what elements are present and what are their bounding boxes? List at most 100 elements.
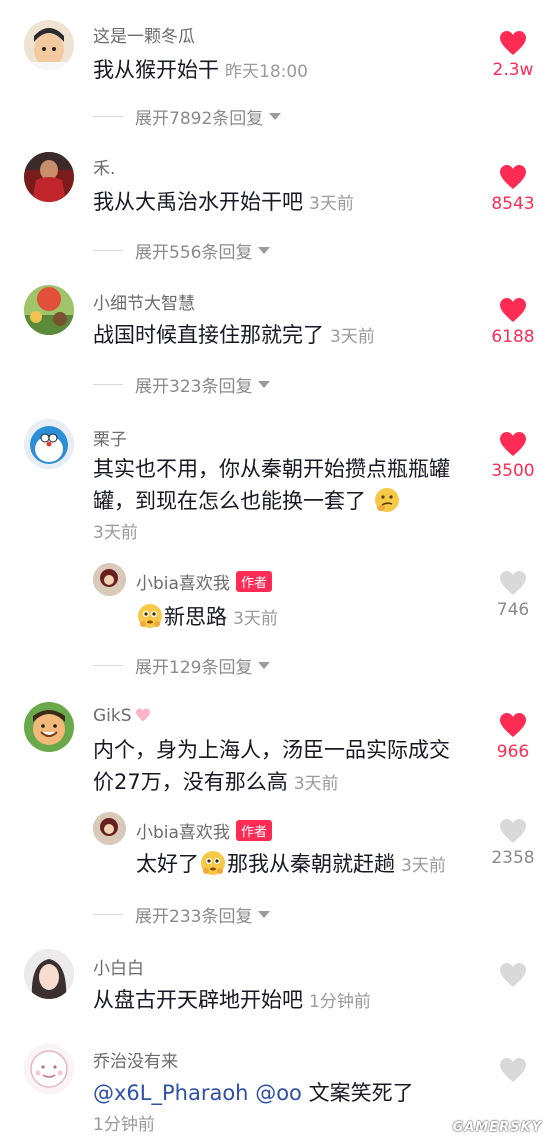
username[interactable]: 栗子 <box>93 425 127 450</box>
avatar-boy-icon[interactable] <box>24 20 74 70</box>
comment-body: 战国时候直接住那就完了 <box>93 323 324 347</box>
reply-username[interactable]: 小bia喜欢我 作者 <box>136 569 272 594</box>
heart-icon <box>500 432 526 456</box>
comment-text: 其实也不用，你从秦朝开始攒点瓶瓶罐罐，到现在怎么也能换一套了 3天前 <box>93 453 468 549</box>
expand-replies-button[interactable]: 展开233条回复 <box>93 902 271 927</box>
comment-text: @x6L_Pharaoh @oo 文案笑死了 1分钟前 <box>93 1077 463 1141</box>
like-count: 2358 <box>491 848 535 868</box>
like-button[interactable] <box>483 1057 543 1083</box>
comment-item: 栗子 其实也不用，你从秦朝开始攒点瓶瓶罐罐，到现在怎么也能换一套了 3天前 35… <box>0 405 550 690</box>
heart-icon <box>500 31 526 55</box>
avatar-garden-icon[interactable] <box>24 285 74 335</box>
like-count: 2.3w <box>492 60 534 80</box>
like-count: 6188 <box>491 327 535 347</box>
username[interactable]: GikS <box>93 706 151 726</box>
like-button[interactable]: 8543 <box>483 164 543 214</box>
reply-text: 太好了 那我从秦朝就赶趟 3天前 <box>136 848 481 882</box>
heart-outline-icon <box>500 571 526 595</box>
reply-body-start: 太好了 <box>136 852 199 876</box>
caret-down-icon <box>269 113 282 120</box>
expand-label: 展开233条回复 <box>135 907 253 927</box>
comment-text: 从盘古开天辟地开始吧 1分钟前 <box>93 984 463 1018</box>
divider-line <box>93 914 123 915</box>
avatar-author-icon[interactable] <box>93 812 126 845</box>
reply-like-button[interactable]: 746 <box>483 570 543 620</box>
caret-down-icon <box>258 662 271 669</box>
comment-time: 3天前 <box>309 194 354 214</box>
username[interactable]: 小白白 <box>93 954 144 979</box>
like-button[interactable]: 6188 <box>483 297 543 347</box>
pink-heart-icon <box>135 708 150 722</box>
comment-body: 我从大禹治水开始干吧 <box>93 190 303 214</box>
divider-line <box>93 665 123 666</box>
reply-username[interactable]: 小bia喜欢我 作者 <box>136 818 272 843</box>
like-count: 746 <box>496 600 530 620</box>
comment-time: 3天前 <box>293 774 339 794</box>
comment-body: 文案笑死了 <box>308 1081 414 1105</box>
heart-outline-icon <box>500 819 526 843</box>
expand-label: 展开556条回复 <box>135 243 253 263</box>
comment-body: 我从猴开始干 <box>93 58 219 82</box>
reply-time: 3天前 <box>233 609 278 629</box>
like-button[interactable]: 2.3w <box>483 30 543 80</box>
heart-icon <box>500 298 526 322</box>
pleading-emoji-icon <box>138 604 162 628</box>
comment-text: 我从大禹治水开始干吧 3天前 <box>93 186 463 220</box>
reply-text: 新思路 3天前 <box>136 601 456 635</box>
expand-replies-button[interactable]: 展开7892条回复 <box>93 104 282 129</box>
mention-link[interactable]: @x6L_Pharaoh <box>93 1081 249 1105</box>
divider-line <box>93 384 123 385</box>
username[interactable]: 这是一颗冬瓜 <box>93 22 195 47</box>
comment-time: 3天前 <box>93 523 138 543</box>
expand-replies-button[interactable]: 展开556条回复 <box>93 238 271 263</box>
like-button[interactable]: 3500 <box>483 431 543 481</box>
comment-item: GikS 内个，身为上海人，汤臣一品实际成交价27万，没有那么高 3天前 966 … <box>0 690 550 940</box>
comment-body: 从盘古开天辟地开始吧 <box>93 988 303 1012</box>
avatar-girl-icon[interactable] <box>24 949 74 999</box>
comment-time: 昨天18:00 <box>225 62 308 82</box>
divider-line <box>93 116 123 117</box>
expand-replies-button[interactable]: 展开129条回复 <box>93 653 271 678</box>
comment-item: 小细节大智慧 战国时候直接住那就完了 3天前 6188 展开323条回复 <box>0 273 550 405</box>
caret-down-icon <box>258 911 271 918</box>
like-count: 3500 <box>491 461 535 481</box>
expand-label: 展开129条回复 <box>135 658 253 678</box>
comment-text: 我从猴开始干 昨天18:00 <box>93 54 463 88</box>
avatar-doraemon-icon[interactable] <box>24 419 74 469</box>
comment-item: 禾. 我从大禹治水开始干吧 3天前 8543 展开556条回复 <box>0 140 550 273</box>
reply-body: 新思路 <box>164 605 227 629</box>
avatar-cartoon-icon[interactable] <box>24 1044 74 1094</box>
username[interactable]: 禾. <box>93 154 115 179</box>
heart-icon <box>500 713 526 737</box>
like-button[interactable] <box>483 962 543 988</box>
expand-label: 展开7892条回复 <box>135 109 264 129</box>
username[interactable]: 小细节大智慧 <box>93 289 195 314</box>
divider-line <box>93 250 123 251</box>
pleading-emoji-icon <box>201 851 225 875</box>
expand-label: 展开323条回复 <box>135 377 253 397</box>
comment-text: 战国时候直接住那就完了 3天前 <box>93 319 463 353</box>
mention-link[interactable]: @oo <box>255 1081 302 1105</box>
watermark: GAMERSKY <box>452 1120 542 1135</box>
like-count: 8543 <box>491 194 535 214</box>
username[interactable]: 乔治没有来 <box>93 1047 178 1072</box>
avatar-smile-icon[interactable] <box>24 702 74 752</box>
comment-time: 1分钟前 <box>93 1115 155 1135</box>
comment-item: 小白白 从盘古开天辟地开始吧 1分钟前 <box>0 940 550 1035</box>
reply-body-end: 那我从秦朝就赶趟 <box>227 852 395 876</box>
reply-username-text: 小bia喜欢我 <box>136 823 230 843</box>
expand-replies-button[interactable]: 展开323条回复 <box>93 372 271 397</box>
avatar-author-icon[interactable] <box>93 563 126 596</box>
reply-time: 3天前 <box>401 856 446 876</box>
caret-down-icon <box>258 381 271 388</box>
thinking-emoji-icon <box>374 488 399 512</box>
like-button[interactable]: 966 <box>483 712 543 762</box>
like-count: 966 <box>496 742 530 762</box>
caret-down-icon <box>258 247 271 254</box>
author-badge: 作者 <box>235 571 272 592</box>
comment-text: 内个，身为上海人，汤臣一品实际成交价27万，没有那么高 3天前 <box>93 734 468 800</box>
reply-like-button[interactable]: 2358 <box>483 818 543 868</box>
avatar-red-shirt-icon[interactable] <box>24 152 74 202</box>
heart-outline-icon <box>500 1058 526 1082</box>
heart-icon <box>500 165 526 189</box>
